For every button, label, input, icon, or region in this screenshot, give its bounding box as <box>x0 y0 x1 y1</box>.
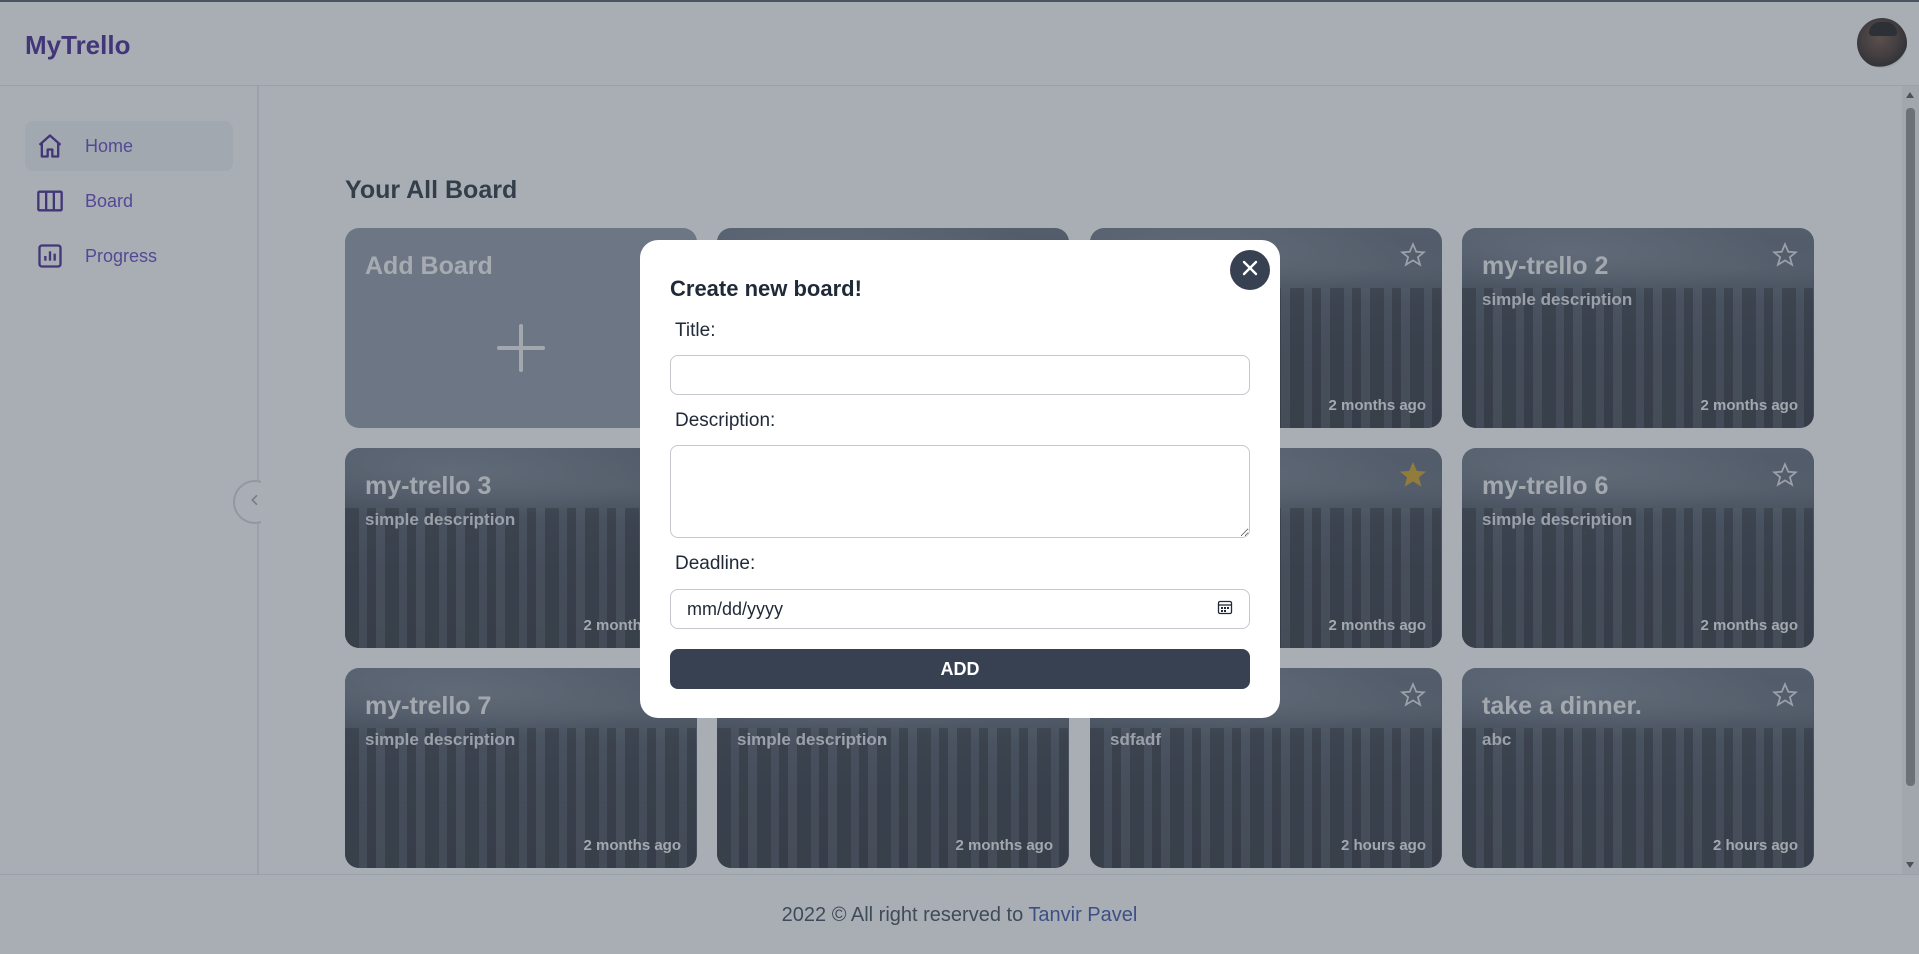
deadline-date-input[interactable]: mm/dd/yyyy <box>670 589 1250 629</box>
close-icon <box>1242 260 1258 281</box>
create-board-modal: Create new board! Title: Description: De… <box>640 240 1280 718</box>
title-label: Title: <box>675 320 716 341</box>
date-placeholder: mm/dd/yyyy <box>687 598 784 619</box>
description-textarea[interactable] <box>670 445 1250 538</box>
deadline-label: Deadline: <box>675 553 756 574</box>
close-button[interactable] <box>1230 250 1270 290</box>
modal-title: Create new board! <box>670 276 862 301</box>
add-button[interactable]: ADD <box>670 649 1250 689</box>
calendar-icon[interactable] <box>1217 599 1233 620</box>
title-input[interactable] <box>670 355 1250 395</box>
description-label: Description: <box>675 410 776 431</box>
